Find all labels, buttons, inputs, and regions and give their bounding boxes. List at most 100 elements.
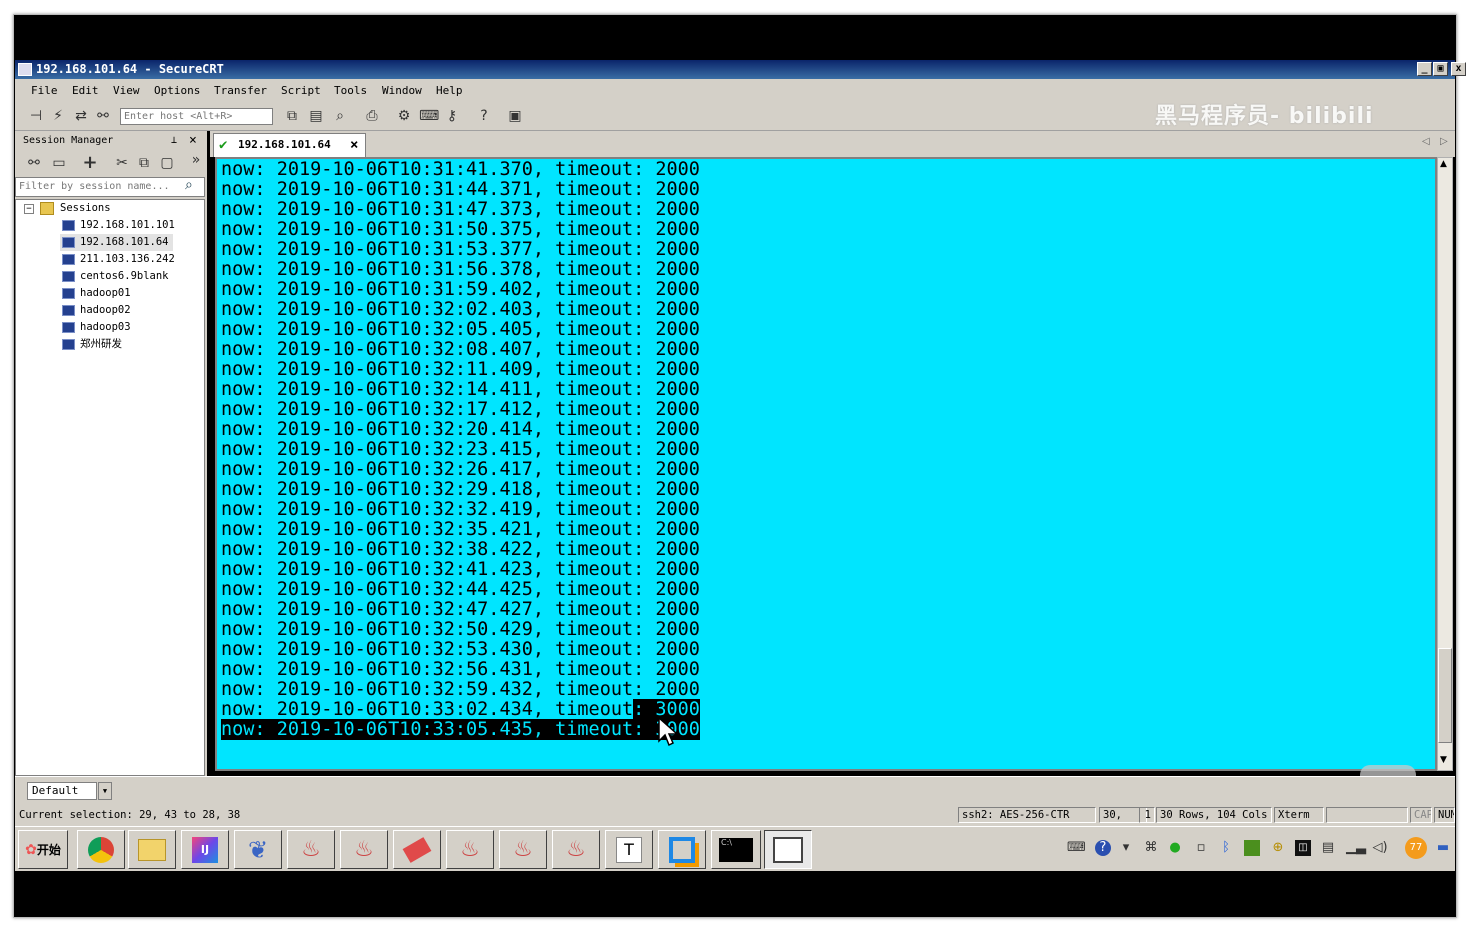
restore-button[interactable]: ▣ — [1433, 62, 1448, 76]
session-item[interactable]: hadoop02 — [60, 302, 135, 319]
java-icon[interactable]: ♨ — [340, 830, 388, 869]
session-item-selected[interactable]: 192.168.101.64 — [60, 234, 173, 251]
print-icon[interactable]: ⎙ — [363, 107, 381, 125]
session-item[interactable]: 郑州研发 — [60, 336, 126, 353]
scroll-up-icon[interactable]: ▲ — [1440, 159, 1447, 169]
scrollbar-thumb[interactable] — [1438, 648, 1452, 743]
collapse-icon[interactable]: − — [24, 204, 34, 214]
link-icon[interactable]: ⚯ — [25, 154, 43, 172]
keyboard-icon[interactable]: ⌨ — [1067, 840, 1086, 856]
bluetooth-icon[interactable]: ᛒ — [1218, 840, 1234, 856]
connect-icon[interactable]: ⊣ — [27, 107, 45, 125]
scroll-down-icon[interactable]: ▼ — [1440, 755, 1447, 765]
menu-tools[interactable]: Tools — [334, 79, 367, 102]
menu-file[interactable]: File — [31, 79, 58, 102]
computer-icon — [62, 288, 75, 299]
folder-icon[interactable] — [128, 830, 176, 869]
size-status: 30 Rows, 104 Cols — [1156, 807, 1272, 823]
menu-edit[interactable]: Edit — [72, 79, 99, 102]
terminal-line: now: 2019-10-06T10:31:59.402, timeout: 2… — [221, 279, 700, 300]
session-item[interactable]: hadoop01 — [60, 285, 135, 302]
terminal-line: now: 2019-10-06T10:31:47.373, timeout: 2… — [221, 199, 700, 220]
folder-icon — [40, 202, 54, 215]
menu-script[interactable]: Script — [281, 79, 321, 102]
pin-icon[interactable]: ⊥ — [171, 131, 177, 150]
mode-icon[interactable]: ◫ — [1295, 840, 1311, 856]
vmware-icon[interactable] — [658, 830, 706, 869]
paste-icon[interactable]: ▤ — [307, 107, 325, 125]
volume-icon[interactable]: ◁) — [1372, 840, 1388, 856]
tab-scroll-right-icon[interactable]: ▷ — [1440, 136, 1448, 147]
reconnect-icon[interactable]: ⇄ — [72, 107, 90, 125]
green-circle-icon[interactable]: ● — [1167, 840, 1183, 856]
menu-options[interactable]: Options — [154, 79, 200, 102]
menu-window[interactable]: Window — [382, 79, 422, 102]
start-button[interactable]: ✿ 开始 — [18, 830, 68, 869]
quick-connect-icon[interactable]: ⚡ — [49, 107, 67, 125]
device-icon[interactable]: ▫ — [1193, 840, 1209, 856]
java-icon[interactable]: ♨ — [287, 830, 335, 869]
copy-icon[interactable]: ⧉ — [283, 107, 301, 125]
sessions-root[interactable]: Sessions — [60, 200, 111, 217]
settings-icon[interactable]: ⚙ — [395, 107, 413, 125]
java-icon[interactable]: ♨ — [499, 830, 547, 869]
clipboard-icon[interactable]: ▤ — [1320, 840, 1336, 856]
session-item[interactable]: 192.168.101.101 — [60, 217, 179, 234]
computer-icon — [62, 220, 75, 231]
tab-scroll-left-icon[interactable]: ◁ — [1422, 136, 1430, 147]
minimize-button[interactable]: _ — [1417, 62, 1432, 76]
computer-icon — [62, 305, 75, 316]
expand-tray-icon[interactable]: ▾ — [1118, 840, 1134, 856]
securecrt-icon[interactable] — [764, 830, 812, 869]
terminal-line: now: 2019-10-06T10:32:02.403, timeout: 2… — [221, 299, 700, 320]
session-item[interactable]: hadoop03 — [60, 319, 135, 336]
close-button[interactable]: x — [1451, 62, 1466, 76]
eraser-icon[interactable] — [393, 830, 441, 869]
intellij-icon[interactable]: IJ — [181, 830, 229, 869]
copy-session-icon[interactable]: ⧉ — [135, 154, 153, 172]
cmd-icon[interactable]: C:\ — [711, 830, 761, 869]
search-icon[interactable]: ⌕ — [185, 177, 193, 193]
find-icon[interactable]: ⌕ — [331, 107, 349, 125]
notification-badge[interactable]: 77 — [1405, 837, 1427, 859]
nvidia-icon[interactable] — [1244, 840, 1260, 856]
signal-icon[interactable]: ▁▃ — [1346, 840, 1366, 856]
paste-session-icon[interactable]: ▢ — [158, 154, 176, 172]
tab-close-icon[interactable]: × — [350, 134, 358, 156]
java-icon[interactable]: ♨ — [552, 830, 600, 869]
more-icon[interactable]: » — [187, 151, 205, 169]
close-panel-icon[interactable]: × — [189, 131, 197, 150]
terminal-screen[interactable]: now: 2019-10-06T10:31:41.370, timeout: 2… — [215, 157, 1437, 771]
session-item[interactable]: 211.103.136.242 — [60, 251, 179, 268]
button-bar-select[interactable]: Default ▼ — [27, 782, 112, 800]
menu-help[interactable]: Help — [436, 79, 463, 102]
folder-tab-icon[interactable]: ▭ — [50, 154, 68, 172]
add-session-icon[interactable]: + — [81, 154, 99, 172]
help-tray-icon[interactable]: ? — [1095, 840, 1111, 856]
help-icon[interactable]: ? — [475, 107, 493, 125]
terminal-line: now: 2019-10-06T10:32:56.431, timeout: 2… — [221, 659, 700, 680]
securecrt-app-icon — [18, 63, 32, 76]
tab-session[interactable]: ✔ 192.168.101.64 × — [213, 133, 366, 157]
chrome-icon[interactable] — [77, 830, 125, 869]
java-icon[interactable]: ♨ — [446, 830, 494, 869]
menu-transfer[interactable]: Transfer — [214, 79, 267, 102]
screenshot-icon[interactable]: ▣ — [506, 107, 524, 125]
network-icon[interactable]: ⌘ — [1143, 840, 1159, 856]
computer-icon — [62, 271, 75, 282]
session-item[interactable]: centos6.9blank — [60, 268, 173, 285]
plus-circle-icon[interactable]: ⊕ — [1270, 840, 1286, 856]
menu-view[interactable]: View — [113, 79, 140, 102]
session-filter-input[interactable]: Filter by session name... — [15, 177, 205, 197]
host-input[interactable]: Enter host <Alt+R> — [120, 108, 273, 125]
chevron-down-icon[interactable]: ▼ — [98, 782, 112, 800]
sourcetree-icon[interactable]: ❦ — [234, 830, 282, 869]
terminal-scrollbar[interactable]: ▲ ▼ — [1437, 157, 1453, 771]
toolbar: ⊣ ⚡ ⇄ ⚯ Enter host <Alt+R> ⧉ ▤ ⌕ ⎙ ⚙ ⌨ ⚷… — [15, 102, 1455, 131]
key-icon[interactable]: ⚷ — [443, 107, 461, 125]
keymap-icon[interactable]: ⌨ — [419, 107, 439, 125]
disconnect-icon[interactable]: ⚯ — [94, 107, 112, 125]
text-icon[interactable]: T — [605, 830, 653, 869]
cut-icon[interactable]: ✂ — [113, 154, 131, 172]
show-desktop-icon[interactable]: ▬ — [1435, 840, 1451, 856]
